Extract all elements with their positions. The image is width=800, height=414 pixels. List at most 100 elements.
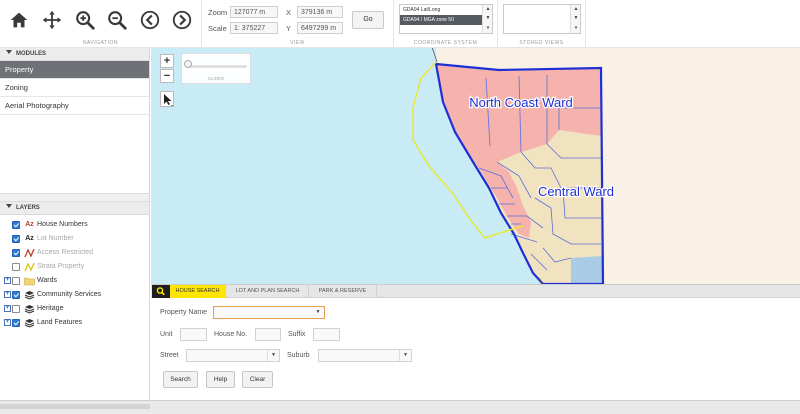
layer-checkbox[interactable] bbox=[12, 319, 20, 327]
line-yellow-icon bbox=[24, 262, 35, 272]
slider-caption: SLIDER bbox=[207, 76, 225, 81]
layers-header[interactable]: LAYERS bbox=[0, 202, 149, 215]
coordinate-system-option[interactable]: GDA94 Lat/Long bbox=[400, 5, 492, 15]
suburb-select[interactable]: ▼ bbox=[318, 349, 412, 362]
layer-label: Strata Property bbox=[37, 263, 85, 270]
layer-row[interactable]: Strata Property bbox=[0, 260, 149, 274]
street-select[interactable]: ▼ bbox=[186, 349, 280, 362]
layers-stack-icon bbox=[24, 318, 35, 328]
layer-checkbox[interactable] bbox=[12, 291, 20, 299]
stored-views-scrollbar[interactable]: ▲ ▼ ▾ bbox=[570, 5, 580, 33]
property-name-input[interactable]: ▼ bbox=[213, 306, 325, 319]
unit-input[interactable] bbox=[180, 328, 207, 341]
suffix-input[interactable] bbox=[313, 328, 340, 341]
layer-label: Lot Number bbox=[37, 235, 74, 242]
bottom-status-bar bbox=[0, 400, 800, 414]
expand-icon[interactable]: + bbox=[4, 277, 11, 284]
layer-checkbox[interactable] bbox=[12, 249, 20, 257]
chevron-down-icon[interactable]: ▼ bbox=[399, 350, 411, 361]
scroll-end-icon[interactable]: ▾ bbox=[571, 24, 581, 33]
modules-header-label: MODULES bbox=[16, 51, 46, 57]
search-panel: HOUSE SEARCH LOT AND PLAN SEARCH PARK & … bbox=[151, 284, 800, 400]
zoom-slider-handle[interactable] bbox=[184, 60, 192, 68]
coordinate-system-option-selected[interactable]: GDA94 / MGA zone 50 bbox=[400, 15, 492, 25]
layer-row[interactable]: + Heritage bbox=[0, 302, 149, 316]
zoom-field[interactable]: 127077 m bbox=[230, 6, 278, 18]
chevron-down-icon[interactable]: ▼ bbox=[312, 307, 324, 318]
scroll-up-icon[interactable]: ▲ bbox=[483, 5, 493, 14]
folder-icon bbox=[24, 276, 35, 286]
layer-checkbox[interactable] bbox=[12, 263, 20, 271]
back-icon[interactable] bbox=[139, 9, 161, 31]
zoom-out-icon[interactable] bbox=[106, 9, 128, 31]
coordinate-system-list[interactable]: GDA94 Lat/Long GDA94 / MGA zone 50 ▲ ▼ ▾ bbox=[399, 4, 493, 34]
x-coordinate-field[interactable]: 379136 m bbox=[297, 6, 343, 18]
tab-house-search[interactable]: HOUSE SEARCH bbox=[170, 285, 226, 298]
layer-checkbox[interactable] bbox=[12, 221, 20, 229]
zoom-slider-track[interactable] bbox=[187, 65, 247, 68]
layers-list: Az House Numbers Az Lot Number Access Re… bbox=[0, 215, 149, 330]
layer-label: Wards bbox=[37, 277, 57, 284]
pan-move-icon[interactable] bbox=[41, 9, 63, 31]
suburb-label: Suburb bbox=[287, 352, 310, 359]
scale-field[interactable]: 1: 375227 bbox=[230, 22, 278, 34]
layer-row[interactable]: Access Restricted bbox=[0, 246, 149, 260]
layer-label: Community Services bbox=[37, 291, 102, 298]
x-label: X bbox=[286, 8, 292, 17]
module-item-property[interactable]: Property bbox=[0, 61, 149, 79]
clear-button[interactable]: Clear bbox=[242, 371, 273, 388]
zoom-out-button[interactable]: − bbox=[160, 69, 174, 83]
go-button[interactable]: Go bbox=[352, 11, 384, 29]
modules-header[interactable]: MODULES bbox=[0, 48, 149, 61]
layer-label: Land Features bbox=[37, 319, 83, 326]
help-button[interactable]: Help bbox=[206, 371, 235, 388]
unit-label: Unit bbox=[160, 331, 173, 338]
layer-checkbox[interactable] bbox=[12, 277, 20, 285]
scale-label: Scale bbox=[208, 24, 227, 33]
scroll-up-icon[interactable]: ▲ bbox=[571, 5, 581, 14]
layer-checkbox[interactable] bbox=[12, 235, 20, 243]
tab-park-and-reserve[interactable]: PARK & RESERVE bbox=[309, 285, 377, 298]
zoom-in-icon[interactable] bbox=[74, 9, 96, 31]
expand-icon[interactable]: + bbox=[4, 291, 11, 298]
chevron-down-icon[interactable]: ▼ bbox=[267, 350, 279, 361]
scroll-down-icon[interactable]: ▼ bbox=[483, 14, 493, 23]
y-label: Y bbox=[286, 24, 292, 33]
stored-views-caption: STORED VIEWS bbox=[519, 40, 564, 46]
coordinate-system-caption: COORDINATE SYSTEM bbox=[413, 40, 478, 46]
layer-checkbox[interactable] bbox=[12, 305, 20, 313]
coordinate-system-group: GDA94 Lat/Long GDA94 / MGA zone 50 ▲ ▼ ▾… bbox=[394, 0, 498, 48]
house-no-input[interactable] bbox=[255, 328, 281, 341]
tab-lot-and-plan-search[interactable]: LOT AND PLAN SEARCH bbox=[227, 285, 309, 298]
panel-resize-handle[interactable] bbox=[0, 194, 149, 202]
navigation-caption: NAVIGATION bbox=[82, 40, 119, 46]
search-button[interactable]: Search bbox=[163, 371, 198, 388]
expand-icon[interactable]: + bbox=[4, 319, 11, 326]
module-item-zoning[interactable]: Zoning bbox=[0, 79, 149, 97]
modules-list-area bbox=[0, 115, 149, 194]
view-caption: VIEW bbox=[290, 40, 305, 46]
stored-views-group: ▲ ▼ ▾ STORED VIEWS bbox=[498, 0, 586, 48]
scroll-down-icon[interactable]: ▼ bbox=[571, 14, 581, 23]
expand-icon[interactable]: + bbox=[4, 305, 11, 312]
layer-row[interactable]: + Land Features bbox=[0, 316, 149, 330]
home-icon[interactable] bbox=[8, 9, 30, 31]
layers-stack-icon bbox=[24, 290, 35, 300]
module-item-aerial-photography[interactable]: Aerial Photography bbox=[0, 97, 149, 115]
scrollbar-thumb[interactable] bbox=[0, 404, 150, 409]
forward-icon[interactable] bbox=[171, 9, 193, 31]
select-pointer-icon[interactable] bbox=[160, 91, 174, 107]
left-panel: MODULES Property Zoning Aerial Photograp… bbox=[0, 48, 150, 400]
layer-row[interactable]: + Wards bbox=[0, 274, 149, 288]
layer-row[interactable]: + Community Services bbox=[0, 288, 149, 302]
stored-views-list[interactable]: ▲ ▼ ▾ bbox=[503, 4, 581, 34]
coordinate-system-scrollbar[interactable]: ▲ ▼ ▾ bbox=[482, 5, 492, 33]
layers-stack-icon bbox=[24, 304, 35, 314]
layer-row[interactable]: Az House Numbers bbox=[0, 218, 149, 232]
map-canvas[interactable]: North Coast Ward Central Ward + − SLIDER bbox=[151, 48, 800, 284]
collapse-icon bbox=[6, 50, 12, 54]
zoom-in-button[interactable]: + bbox=[160, 54, 174, 68]
scroll-end-icon[interactable]: ▾ bbox=[483, 24, 493, 33]
y-coordinate-field[interactable]: 6497299 m bbox=[297, 22, 343, 34]
layer-row[interactable]: Az Lot Number bbox=[0, 232, 149, 246]
